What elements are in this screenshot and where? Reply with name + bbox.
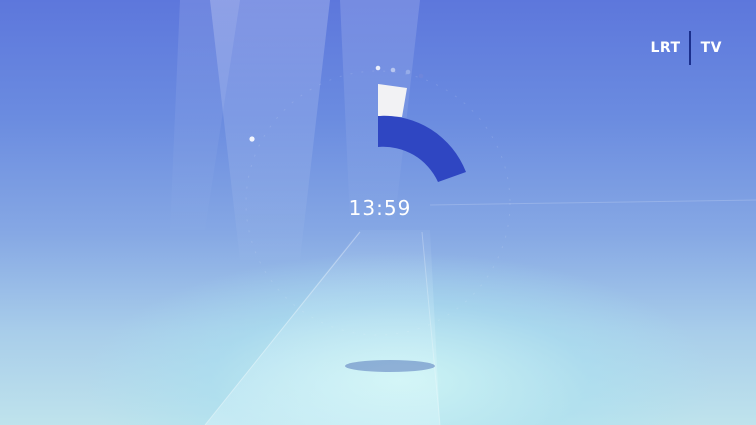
channel-logo: LRT TV [650, 31, 722, 65]
clock-dot [418, 73, 424, 79]
logo-lrt-text: LRT [650, 40, 681, 56]
tv-clock-screen: 13:59 LRT TV [0, 0, 756, 425]
clock-dot [375, 65, 381, 71]
clock-dot [249, 136, 255, 142]
clock-time: 13:59 [348, 196, 412, 220]
logo-tv-text: TV [700, 40, 722, 56]
logo-separator [688, 31, 691, 65]
clock-white-segment [378, 84, 407, 117]
clock-blue-arc [378, 115, 466, 182]
